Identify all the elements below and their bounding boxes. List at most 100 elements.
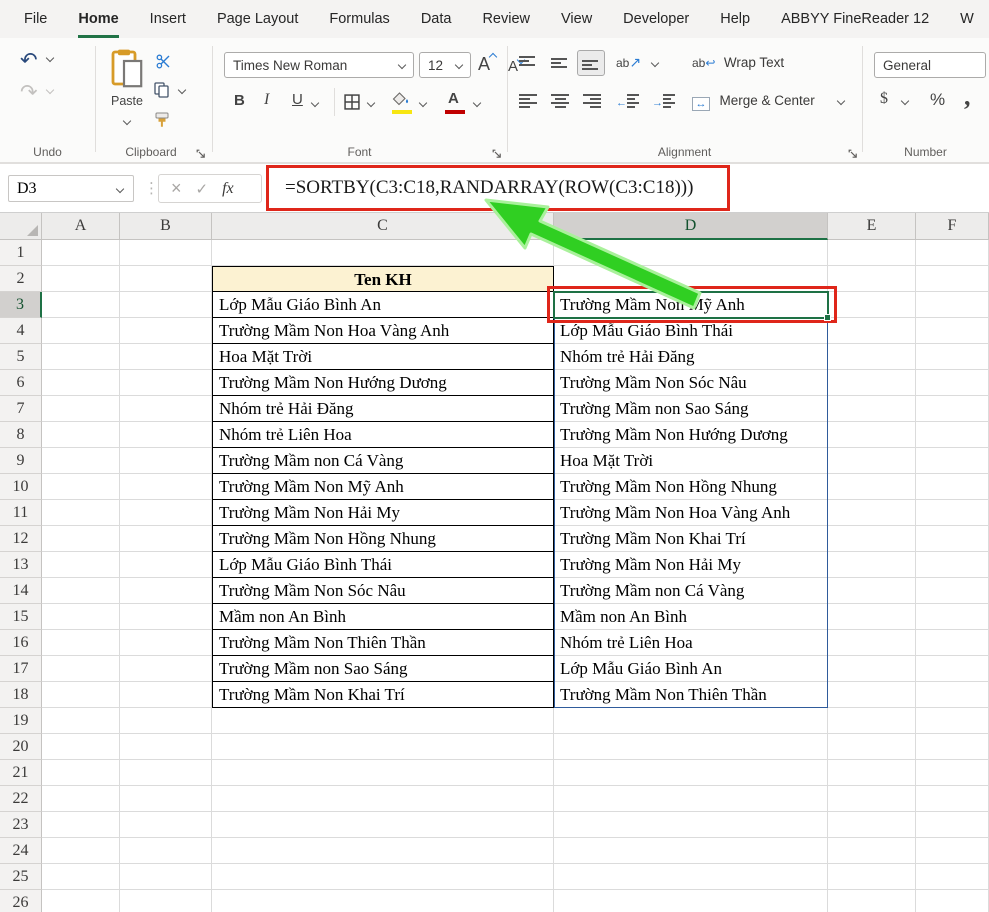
cell-D25[interactable]: [554, 864, 828, 890]
cell-F13[interactable]: [916, 552, 989, 578]
accounting-format-button[interactable]: $: [880, 90, 888, 108]
cell-A6[interactable]: [42, 370, 120, 396]
row-header-5[interactable]: 5: [0, 344, 42, 370]
cell-C15[interactable]: Mầm non An Bình: [212, 604, 554, 630]
cell-B6[interactable]: [120, 370, 212, 396]
comma-style-button[interactable]: ,: [964, 82, 971, 112]
align-right-icon[interactable]: [583, 93, 601, 109]
cell-D15[interactable]: Mầm non An Bình: [554, 604, 828, 630]
top-align-icon[interactable]: [519, 55, 537, 71]
cell-C20[interactable]: [212, 734, 554, 760]
format-painter-button[interactable]: [154, 112, 170, 134]
cell-C18[interactable]: Trường Mầm Non Khai Trí: [212, 682, 554, 708]
font-size-select[interactable]: 12: [419, 52, 471, 78]
row-header-7[interactable]: 7: [0, 396, 42, 422]
cell-E20[interactable]: [828, 734, 916, 760]
cell-D16[interactable]: Nhóm trẻ Liên Hoa: [554, 630, 828, 656]
cell-A4[interactable]: [42, 318, 120, 344]
cell-B16[interactable]: [120, 630, 212, 656]
number-format-select[interactable]: General: [874, 52, 986, 78]
undo-button[interactable]: ↶: [20, 48, 53, 73]
cell-A18[interactable]: [42, 682, 120, 708]
cell-E1[interactable]: [828, 240, 916, 266]
cell-C3[interactable]: Lớp Mẫu Giáo Bình An: [212, 292, 554, 318]
cell-D6[interactable]: Trường Mầm Non Sóc Nâu: [554, 370, 828, 396]
cell-A15[interactable]: [42, 604, 120, 630]
cell-E14[interactable]: [828, 578, 916, 604]
cell-B2[interactable]: [120, 266, 212, 292]
row-header-3[interactable]: 3: [0, 292, 42, 318]
column-header-A[interactable]: A: [42, 213, 120, 240]
cell-C14[interactable]: Trường Mầm Non Sóc Nâu: [212, 578, 554, 604]
cell-B14[interactable]: [120, 578, 212, 604]
cell-F20[interactable]: [916, 734, 989, 760]
tab-file[interactable]: File: [24, 0, 47, 38]
underline-button[interactable]: U: [292, 91, 303, 108]
tab-view[interactable]: View: [561, 0, 592, 38]
cell-D18[interactable]: Trường Mầm Non Thiên Thần: [554, 682, 828, 708]
cell-D24[interactable]: [554, 838, 828, 864]
cell-E26[interactable]: [828, 890, 916, 912]
cell-E15[interactable]: [828, 604, 916, 630]
cell-C4[interactable]: Trường Mầm Non Hoa Vàng Anh: [212, 318, 554, 344]
cell-C26[interactable]: [212, 890, 554, 912]
row-header-22[interactable]: 22: [0, 786, 42, 812]
copy-button[interactable]: [154, 82, 185, 103]
cell-D19[interactable]: [554, 708, 828, 734]
cell-C22[interactable]: [212, 786, 554, 812]
cell-C2[interactable]: Ten KH: [212, 266, 554, 292]
cell-E21[interactable]: [828, 760, 916, 786]
tab-formulas[interactable]: Formulas: [329, 0, 389, 38]
cell-E23[interactable]: [828, 812, 916, 838]
cell-D1[interactable]: [554, 240, 828, 266]
cell-E5[interactable]: [828, 344, 916, 370]
cell-D7[interactable]: Trường Mầm non Sao Sáng: [554, 396, 828, 422]
cell-C12[interactable]: Trường Mầm Non Hồng Nhung: [212, 526, 554, 552]
percent-style-button[interactable]: %: [930, 90, 945, 110]
cell-E6[interactable]: [828, 370, 916, 396]
increase-indent-button[interactable]: →: [652, 93, 675, 111]
row-header-12[interactable]: 12: [0, 526, 42, 552]
cell-D8[interactable]: Trường Mầm Non Hướng Dương: [554, 422, 828, 448]
cell-F15[interactable]: [916, 604, 989, 630]
cell-E22[interactable]: [828, 786, 916, 812]
cell-B15[interactable]: [120, 604, 212, 630]
cell-A9[interactable]: [42, 448, 120, 474]
cell-F9[interactable]: [916, 448, 989, 474]
cell-B25[interactable]: [120, 864, 212, 890]
cell-D17[interactable]: Lớp Mẫu Giáo Bình An: [554, 656, 828, 682]
cell-C21[interactable]: [212, 760, 554, 786]
cell-A16[interactable]: [42, 630, 120, 656]
cell-E16[interactable]: [828, 630, 916, 656]
row-header-14[interactable]: 14: [0, 578, 42, 604]
cell-C10[interactable]: Trường Mầm Non Mỹ Anh: [212, 474, 554, 500]
borders-menu-chevron-icon[interactable]: [367, 99, 375, 107]
cell-A21[interactable]: [42, 760, 120, 786]
orientation-menu-chevron-icon[interactable]: [651, 59, 659, 67]
fill-handle[interactable]: [824, 314, 831, 321]
cell-B4[interactable]: [120, 318, 212, 344]
cell-F4[interactable]: [916, 318, 989, 344]
underline-menu-chevron-icon[interactable]: [311, 99, 319, 107]
row-header-1[interactable]: 1: [0, 240, 42, 266]
cell-B5[interactable]: [120, 344, 212, 370]
cell-F10[interactable]: [916, 474, 989, 500]
row-header-6[interactable]: 6: [0, 370, 42, 396]
cell-D5[interactable]: Nhóm trẻ Hải Đăng: [554, 344, 828, 370]
row-header-23[interactable]: 23: [0, 812, 42, 838]
increase-font-button[interactable]: A: [478, 54, 496, 75]
cell-B7[interactable]: [120, 396, 212, 422]
row-header-18[interactable]: 18: [0, 682, 42, 708]
cell-B23[interactable]: [120, 812, 212, 838]
tab-review[interactable]: Review: [482, 0, 530, 38]
cell-F21[interactable]: [916, 760, 989, 786]
clipboard-dialog-launcher-icon[interactable]: [196, 146, 206, 163]
cell-B1[interactable]: [120, 240, 212, 266]
cell-C7[interactable]: Nhóm trẻ Hải Đăng: [212, 396, 554, 422]
row-header-2[interactable]: 2: [0, 266, 42, 292]
cell-B20[interactable]: [120, 734, 212, 760]
row-header-9[interactable]: 9: [0, 448, 42, 474]
cell-A10[interactable]: [42, 474, 120, 500]
cell-B11[interactable]: [120, 500, 212, 526]
font-dialog-launcher-icon[interactable]: [492, 146, 502, 163]
